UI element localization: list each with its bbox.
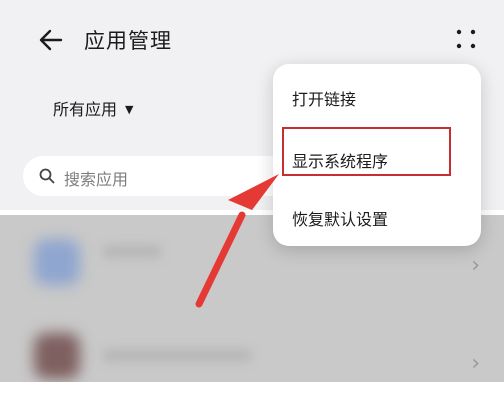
- app-icon: [34, 333, 80, 379]
- bottom-strip: [0, 382, 504, 393]
- highlight-box: [282, 127, 451, 176]
- more-button[interactable]: [454, 27, 478, 51]
- back-button[interactable]: [36, 25, 66, 55]
- app-filter-dropdown[interactable]: 所有应用 ▼: [53, 96, 133, 120]
- page-title: 应用管理: [84, 29, 172, 53]
- caret-down-icon: ▼: [125, 103, 134, 116]
- search-icon: [39, 168, 55, 184]
- filter-label: 所有应用: [53, 100, 118, 119]
- app-management-screen: 应用管理 所有应用 ▼ 搜索应用 › › 打开链接 显示系统程序 恢复默认设置: [0, 0, 504, 393]
- app-name-blurred: [102, 349, 252, 362]
- more-dots-icon: [456, 29, 476, 49]
- chevron-right-icon: ›: [471, 351, 480, 376]
- app-icon: [34, 239, 80, 285]
- search-placeholder: 搜索应用: [64, 170, 129, 189]
- chevron-right-icon: ›: [471, 253, 480, 278]
- arrow-left-icon: [39, 29, 63, 51]
- menu-item-reset-defaults[interactable]: 恢复默认设置: [292, 206, 388, 230]
- app-name-blurred: [102, 245, 162, 258]
- menu-item-open-links[interactable]: 打开链接: [292, 86, 356, 110]
